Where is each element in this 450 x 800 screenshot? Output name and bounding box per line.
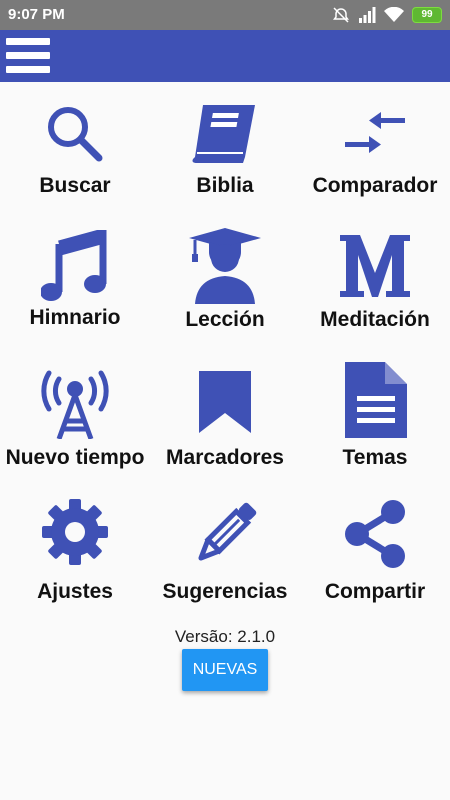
menu-item-label: Buscar (39, 174, 111, 197)
graduate-icon (150, 226, 300, 306)
menu-item-buscar[interactable]: Buscar (0, 82, 150, 214)
status-time: 9:07 PM (8, 6, 65, 23)
book-icon (150, 94, 300, 174)
menu-item-leccion[interactable]: Lección (150, 220, 300, 352)
menu-item-nuevo-tiempo[interactable]: Nuevo tiempo (0, 356, 150, 488)
menu-item-comparador[interactable]: Comparador (300, 82, 450, 214)
menu-item-label: Marcadores (166, 446, 284, 469)
bookmark-icon (150, 362, 300, 442)
menu-item-label: Biblia (196, 174, 254, 197)
menu-item-meditacion[interactable]: Meditación (300, 220, 450, 352)
app-bar (0, 30, 450, 82)
wifi-icon (384, 7, 404, 22)
menu-item-label: Comparador (312, 174, 438, 197)
menu-item-label: Sugerencias (162, 580, 288, 603)
menu-item-biblia[interactable]: Biblia (150, 82, 300, 214)
music-note-icon (0, 226, 150, 306)
document-icon (300, 360, 450, 440)
menu-item-label: Ajustes (37, 580, 113, 603)
menu-item-sugerencias[interactable]: Sugerencias (150, 490, 300, 622)
battery-icon: 99 (412, 7, 442, 23)
nuevas-button[interactable]: NUEVAS (182, 649, 268, 691)
menu-item-ajustes[interactable]: Ajustes (0, 490, 150, 622)
radio-tower-icon (0, 362, 150, 442)
menu-item-label: Nuevo tiempo (5, 446, 145, 469)
letter-m-icon (300, 226, 450, 306)
menu-item-himnario[interactable]: Himnario (0, 220, 150, 352)
pencil-icon (150, 494, 300, 574)
hamburger-menu-icon[interactable] (6, 38, 50, 74)
menu-item-label: Temas (342, 446, 408, 469)
menu-item-marcadores[interactable]: Marcadores (150, 356, 300, 488)
signal-icon (359, 7, 376, 23)
menu-item-compartir[interactable]: Compartir (300, 490, 450, 622)
status-icons: 99 (332, 5, 442, 25)
gear-icon (0, 492, 150, 572)
menu-item-label: Himnario (29, 306, 121, 329)
status-bar: 9:07 PM 99 (0, 0, 450, 30)
menu-item-label: Meditación (320, 308, 430, 331)
share-icon (300, 494, 450, 574)
version-text: Versão: 2.1.0 (174, 627, 276, 646)
compare-arrows-icon (300, 94, 450, 174)
menu-item-temas[interactable]: Temas (300, 356, 450, 488)
mute-alarm-icon (333, 7, 349, 23)
search-icon (0, 94, 150, 174)
menu-item-label: Lección (185, 308, 265, 331)
menu-item-label: Compartir (324, 580, 426, 603)
